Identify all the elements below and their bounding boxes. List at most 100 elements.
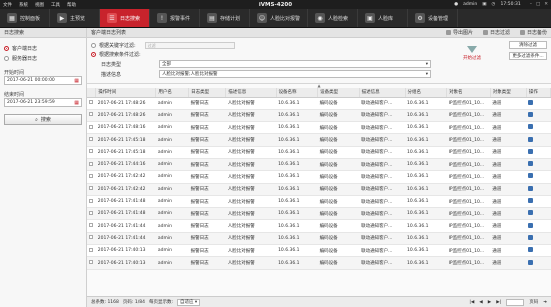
- tab-preview[interactable]: ▶ 主预览: [50, 9, 100, 27]
- column-header[interactable]: 设备类型: [317, 88, 360, 98]
- row-checkbox[interactable]: [89, 247, 93, 252]
- row-checkbox[interactable]: [89, 186, 93, 191]
- tab-device[interactable]: ⚙ 设备管理: [408, 9, 459, 27]
- tab-face-search[interactable]: ◉ 人脸检索: [308, 9, 359, 27]
- end-time-input[interactable]: 2017-06-21 23:59:59 ▦: [4, 98, 82, 107]
- view-detail-icon[interactable]: [528, 210, 534, 216]
- last-page-icon[interactable]: ▶|: [496, 300, 501, 305]
- view-detail-icon[interactable]: [528, 173, 534, 179]
- go-page-icon[interactable]: ➜: [543, 300, 547, 305]
- tab-storage[interactable]: ▤ 存储计划: [200, 9, 250, 27]
- view-detail-icon[interactable]: [528, 185, 534, 191]
- table-row[interactable]: 2017-06-21 17:48:16 admin 报警日志 人脸比对报警 10.6.3…: [87, 121, 551, 135]
- table-row[interactable]: 2017-06-21 17:41:48 admin 报警日志 人脸比对报警 10.6.3…: [87, 207, 551, 221]
- log-filter-button[interactable]: 日志过滤: [482, 29, 510, 36]
- view-detail-icon[interactable]: [528, 148, 534, 154]
- menu-bar: 文件 系统 视图 工具 帮助 iVMS-4200 ● admin ▣ ◷ 17:50:3…: [0, 0, 551, 9]
- row-checkbox[interactable]: [89, 112, 93, 117]
- tab-log-search[interactable]: ☰ 日志搜索: [100, 9, 150, 27]
- maximize-icon[interactable]: □: [536, 2, 540, 7]
- start-filter-button[interactable]: 开始过滤: [458, 46, 486, 61]
- per-page-select[interactable]: 自适应 ▾: [177, 298, 201, 306]
- column-header[interactable]: 分组名: [405, 88, 448, 98]
- keyword-input[interactable]: 过滤: [144, 42, 235, 49]
- lock-icon[interactable]: ▣: [482, 2, 486, 7]
- column-header[interactable]: 用户名: [155, 88, 190, 98]
- next-page-icon[interactable]: ▶: [488, 300, 491, 305]
- view-detail-icon[interactable]: [528, 136, 534, 142]
- tab-face-library[interactable]: ▣ 人脸库: [358, 9, 409, 27]
- table-row[interactable]: 2017-06-21 17:41:44 admin 报警日志 人脸比对报警 10.6.3…: [87, 232, 551, 246]
- row-checkbox[interactable]: [89, 124, 93, 129]
- view-detail-icon[interactable]: [528, 259, 534, 265]
- tab-dashboard[interactable]: ▦ 控制面板: [0, 9, 50, 27]
- row-checkbox[interactable]: [89, 210, 93, 215]
- page-number-input[interactable]: [506, 298, 525, 306]
- column-header[interactable]: 操作: [526, 88, 551, 98]
- table-row[interactable]: 2017-06-21 17:41:48 admin 报警日志 人脸比对报警 10.6.3…: [87, 195, 551, 209]
- view-detail-icon[interactable]: [528, 99, 534, 105]
- minimize-icon[interactable]: –: [530, 2, 532, 7]
- tab-face-alarm[interactable]: ☺ 人脸比对报警: [250, 9, 309, 27]
- view-detail-icon[interactable]: [528, 161, 534, 167]
- menu-item[interactable]: 视图: [35, 2, 44, 8]
- table-cell: admin: [155, 97, 189, 110]
- column-header[interactable]: 操作时间: [95, 88, 157, 98]
- search-button[interactable]: ⌕ 搜索: [4, 114, 82, 125]
- view-detail-icon[interactable]: [528, 111, 534, 117]
- view-detail-icon[interactable]: [528, 247, 534, 253]
- menu-item[interactable]: 工具: [51, 2, 60, 8]
- close-icon[interactable]: ✕: [544, 2, 548, 7]
- column-header[interactable]: 日志类型: [188, 88, 227, 98]
- first-page-icon[interactable]: |◀: [469, 300, 474, 305]
- table-row[interactable]: 2017-06-21 17:40:13 admin 报警日志 人脸比对报警 10.6.3…: [87, 244, 551, 258]
- row-checkbox[interactable]: [89, 149, 93, 154]
- current-user[interactable]: admin: [463, 2, 477, 7]
- menu-item[interactable]: 系统: [19, 2, 28, 8]
- table-cell: 报警日志: [188, 183, 226, 196]
- log-backup-button[interactable]: 日志备份: [519, 29, 547, 36]
- view-detail-icon[interactable]: [528, 222, 534, 228]
- column-header[interactable]: 对象类型: [490, 88, 527, 98]
- table-row[interactable]: 2017-06-21 17:41:44 admin 报警日志 人脸比对报警 10.6.3…: [87, 219, 551, 233]
- row-checkbox[interactable]: [89, 161, 93, 166]
- view-detail-icon[interactable]: [528, 198, 534, 204]
- column-header[interactable]: 描述信息: [359, 88, 406, 98]
- row-checkbox[interactable]: [89, 260, 93, 264]
- more-conditions-button[interactable]: 更多过滤条件...: [509, 52, 547, 60]
- row-checkbox[interactable]: [89, 100, 93, 105]
- column-header[interactable]: [87, 88, 97, 98]
- table-row[interactable]: 2017-06-21 17:45:18 admin 报警日志 人脸比对报警 10.6.3…: [87, 146, 551, 159]
- table-row[interactable]: 2017-06-21 17:48:26 admin 报警日志 人脸比对报警 10.6.3…: [87, 97, 551, 110]
- description-select[interactable]: 人脸比对报警;人脸比对报警 ▾: [159, 70, 431, 78]
- menu-item[interactable]: 文件: [3, 2, 12, 8]
- view-detail-icon[interactable]: [528, 234, 534, 240]
- table-row[interactable]: 2017-06-21 17:42:42 admin 报警日志 人脸比对报警 10.6.3…: [87, 183, 551, 196]
- column-header[interactable]: 描述信息: [225, 88, 277, 98]
- prev-page-icon[interactable]: ◀: [479, 300, 482, 305]
- table-row[interactable]: 2017-06-21 17:40:13 admin 报警日志 人脸比对报警 10.6.3…: [87, 256, 551, 270]
- row-checkbox[interactable]: [89, 223, 93, 228]
- clear-filter-button[interactable]: 清除过滤: [509, 41, 547, 49]
- column-header[interactable]: 对象名: [446, 88, 491, 98]
- table-row[interactable]: 2017-06-21 17:48:26 admin 报警日志 人脸比对报警 10.6.3…: [87, 109, 551, 123]
- calendar-icon[interactable]: ▦: [74, 100, 79, 106]
- menu-item[interactable]: 帮助: [67, 2, 76, 8]
- table-row[interactable]: 2017-06-21 17:44:16 admin 报警日志 人脸比对报警 10.6.3…: [87, 158, 551, 172]
- log-type-select[interactable]: 全部 ▾: [159, 60, 431, 68]
- row-checkbox[interactable]: [89, 198, 93, 203]
- table-row[interactable]: 2017-06-21 17:42:42 admin 报警日志 人脸比对报警 10.6.3…: [87, 170, 551, 184]
- export-button[interactable]: 导出图片: [445, 29, 473, 36]
- row-checkbox[interactable]: [89, 137, 93, 142]
- table-cell: 联动通知客户...: [359, 121, 406, 135]
- client-log-radio[interactable]: 客户端日志: [4, 43, 82, 53]
- tab-alarm[interactable]: ! 报警事件: [150, 9, 200, 27]
- calendar-icon[interactable]: ▦: [74, 78, 79, 84]
- view-detail-icon[interactable]: [528, 124, 534, 130]
- row-checkbox[interactable]: [89, 235, 93, 240]
- row-checkbox[interactable]: [89, 173, 93, 178]
- table-row[interactable]: 2017-06-21 17:45:18 admin 报警日志 人脸比对报警 10.6.3…: [87, 133, 551, 147]
- start-time-input[interactable]: 2017-06-21 00:00:00 ▦: [4, 76, 82, 85]
- column-header[interactable]: 设备名称: [276, 88, 319, 98]
- server-log-radio[interactable]: 服务器日志: [4, 53, 82, 63]
